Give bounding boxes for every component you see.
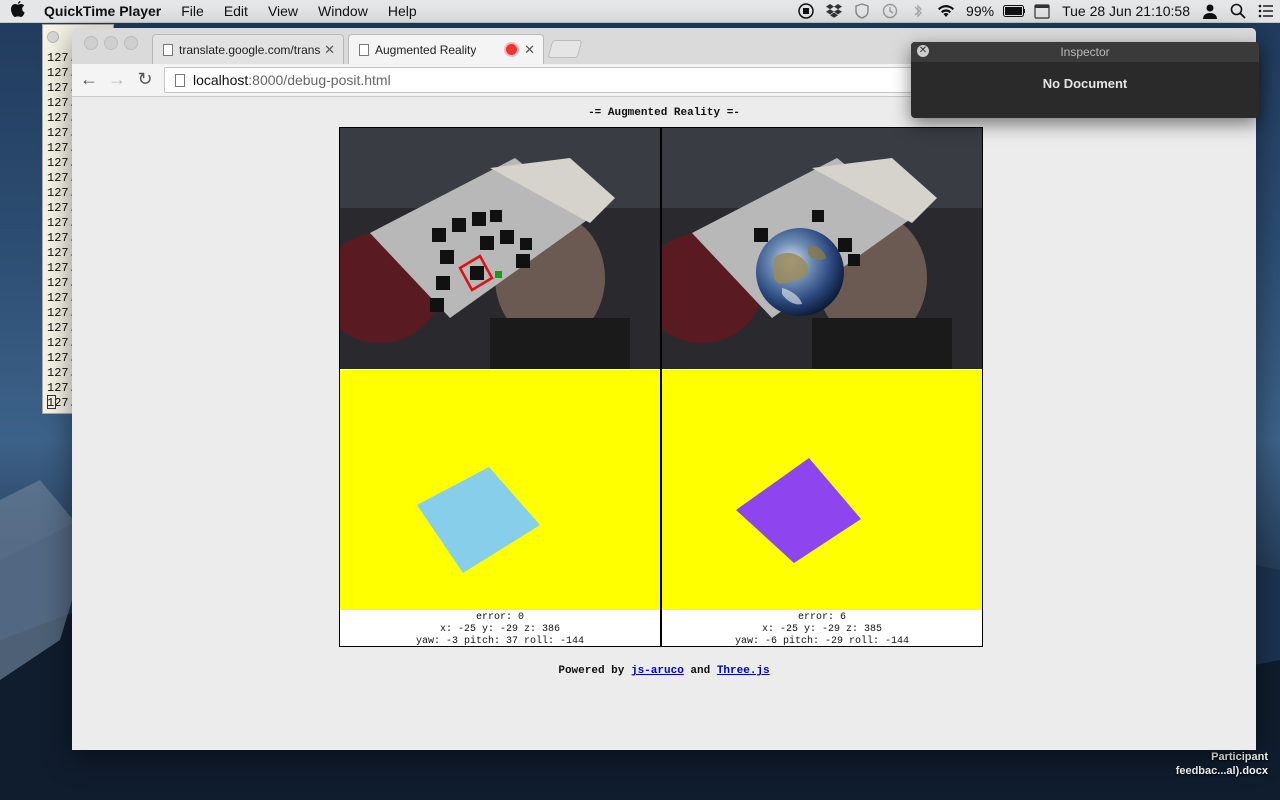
- page-icon: [359, 44, 369, 56]
- powered-by-footer: Powered by js-aruco and Three.js: [72, 665, 1256, 677]
- window-close-button[interactable]: [47, 31, 59, 43]
- position-text: x: -25 y: -29 z: 386: [439, 624, 561, 635]
- orientation-text: yaw: -3 pitch: 37 roll: -144: [415, 636, 585, 646]
- terminal-line: 127.: [47, 381, 76, 395]
- url-host: localhost: [193, 72, 249, 88]
- terminal-line: 127.: [47, 336, 76, 350]
- menu-help[interactable]: Help: [378, 3, 427, 19]
- inspector-title: Inspector: [1060, 45, 1110, 59]
- terminal-line: 127.: [47, 216, 76, 230]
- terminal-line: 127.: [47, 306, 76, 320]
- forward-button[interactable]: →: [106, 68, 128, 90]
- terminal-output: 127. 127. 127. 127. 127. 127. 127. 127. 127. 127.…: [43, 51, 76, 411]
- menu-file[interactable]: File: [171, 3, 214, 19]
- back-button[interactable]: ←: [78, 68, 100, 90]
- spotlight-search-icon[interactable]: [1227, 3, 1249, 19]
- camera-feed-right: [662, 128, 982, 369]
- apple-menu-icon[interactable]: [0, 1, 36, 21]
- record-stop-icon[interactable]: [795, 3, 817, 19]
- terminal-line: 127.: [47, 246, 76, 260]
- terminal-cursor: [47, 395, 56, 409]
- error-text: error: 6: [797, 612, 846, 623]
- menu-view[interactable]: View: [258, 3, 308, 19]
- recording-indicator-icon: [506, 44, 517, 55]
- terminal-line: 127.: [47, 321, 76, 335]
- terminal-line: 127.: [47, 96, 76, 110]
- terminal-line: 127.: [47, 366, 76, 380]
- position-text: x: -25 y: -29 z: 385: [761, 624, 883, 635]
- web-page: -= Augmented Reality =- error: 0 x: -25 …: [72, 97, 1256, 750]
- and-text: and: [690, 665, 711, 677]
- menu-edit[interactable]: Edit: [214, 3, 258, 19]
- close-tab-icon[interactable]: ✕: [324, 42, 335, 58]
- orientation-text: yaw: -6 pitch: -29 roll: -144: [734, 636, 910, 646]
- 3d-scene-left: [340, 370, 660, 610]
- close-icon[interactable]: ✕: [917, 45, 929, 57]
- reload-button[interactable]: ↻: [134, 68, 156, 90]
- desktop-file-participant-feedback[interactable]: Participant feedbac...al).docx: [1176, 750, 1268, 778]
- bluetooth-icon[interactable]: [907, 3, 929, 19]
- menu-window[interactable]: Window: [308, 3, 378, 19]
- page-info-icon[interactable]: [175, 73, 185, 87]
- terminal-line: 127.: [47, 291, 76, 305]
- tab-title: Augmented Reality: [375, 43, 477, 57]
- terminal-line: 127.: [47, 186, 76, 200]
- js-aruco-link[interactable]: js-aruco: [631, 665, 684, 677]
- ar-panels: error: 0 x: -25 y: -29 z: 386 yaw: -3 pi…: [339, 127, 983, 647]
- inspector-panel: ✕ Inspector No Document: [911, 42, 1259, 118]
- address-bar[interactable]: localhost:8000/debug-posit.html: [164, 67, 926, 93]
- window-close-button[interactable]: [84, 36, 98, 50]
- powered-by-text: Powered by: [558, 665, 625, 677]
- pose-readout-right: error: 6 x: -25 y: -29 z: 385 yaw: -6 pi…: [662, 610, 982, 646]
- clock[interactable]: Tue 28 Jun 21:10:58: [1056, 3, 1196, 19]
- browser-window: translate.google.com/trans ✕ Augmented R…: [72, 28, 1256, 750]
- wifi-icon[interactable]: [935, 3, 957, 19]
- terminal-line: 127.: [47, 156, 76, 170]
- desktop-file-label: feedbac...al).docx: [1175, 765, 1268, 777]
- page-icon: [163, 44, 173, 56]
- battery-percent: 99%: [966, 3, 995, 19]
- terminal-line: 127.: [47, 81, 76, 95]
- url-path: :8000/debug-posit.html: [248, 72, 391, 88]
- tab-augmented-reality[interactable]: Augmented Reality ✕: [348, 34, 544, 65]
- terminal-line: 127.: [47, 351, 76, 365]
- camera-feed-left: [340, 128, 660, 369]
- ar-panel-right: error: 6 x: -25 y: -29 z: 385 yaw: -6 pi…: [662, 128, 982, 646]
- ar-panel-left: error: 0 x: -25 y: -29 z: 386 yaw: -3 pi…: [340, 128, 660, 646]
- notification-center-icon[interactable]: [1255, 3, 1277, 19]
- terminal-line: 127.: [47, 231, 76, 245]
- new-tab-button[interactable]: [547, 40, 583, 58]
- threejs-link[interactable]: Three.js: [717, 665, 770, 677]
- pose-readout-left: error: 0 x: -25 y: -29 z: 386 yaw: -3 pi…: [340, 610, 660, 646]
- terminal-line: 127.: [47, 276, 76, 290]
- dropbox-icon[interactable]: [823, 3, 845, 19]
- 3d-scene-right: [662, 370, 982, 610]
- time-machine-icon[interactable]: [879, 3, 901, 19]
- error-text: error: 0: [475, 612, 524, 623]
- window-minimize-button[interactable]: [104, 36, 118, 50]
- app-name-menu[interactable]: QuickTime Player: [36, 3, 171, 19]
- shield-icon[interactable]: [851, 3, 873, 19]
- terminal-line: 127.: [47, 141, 76, 155]
- terminal-line: 127.: [47, 111, 76, 125]
- desktop-file-label: Participant: [1211, 751, 1268, 763]
- battery-icon[interactable]: [1003, 3, 1026, 19]
- terminal-line: 127.: [47, 261, 76, 275]
- inspector-titlebar[interactable]: ✕ Inspector: [911, 42, 1259, 62]
- user-icon[interactable]: [1199, 3, 1221, 19]
- terminal-line: 127.: [47, 171, 76, 185]
- calendar-icon[interactable]: [1031, 3, 1053, 19]
- terminal-line: 127.: [47, 126, 76, 140]
- terminal-line: 127.: [47, 201, 76, 215]
- menu-bar: QuickTime Player File Edit View Window H…: [0, 0, 1280, 23]
- terminal-line: 127.: [47, 51, 76, 65]
- status-area: 99% Tue 28 Jun 21:10:58: [792, 0, 1280, 22]
- tab-title: translate.google.com/trans: [179, 43, 321, 57]
- inspector-message: No Document: [1042, 76, 1128, 91]
- tab-translate[interactable]: translate.google.com/trans ✕: [152, 34, 344, 65]
- window-zoom-button[interactable]: [124, 36, 138, 50]
- close-tab-icon[interactable]: ✕: [524, 42, 535, 58]
- terminal-line: 127.: [47, 66, 76, 80]
